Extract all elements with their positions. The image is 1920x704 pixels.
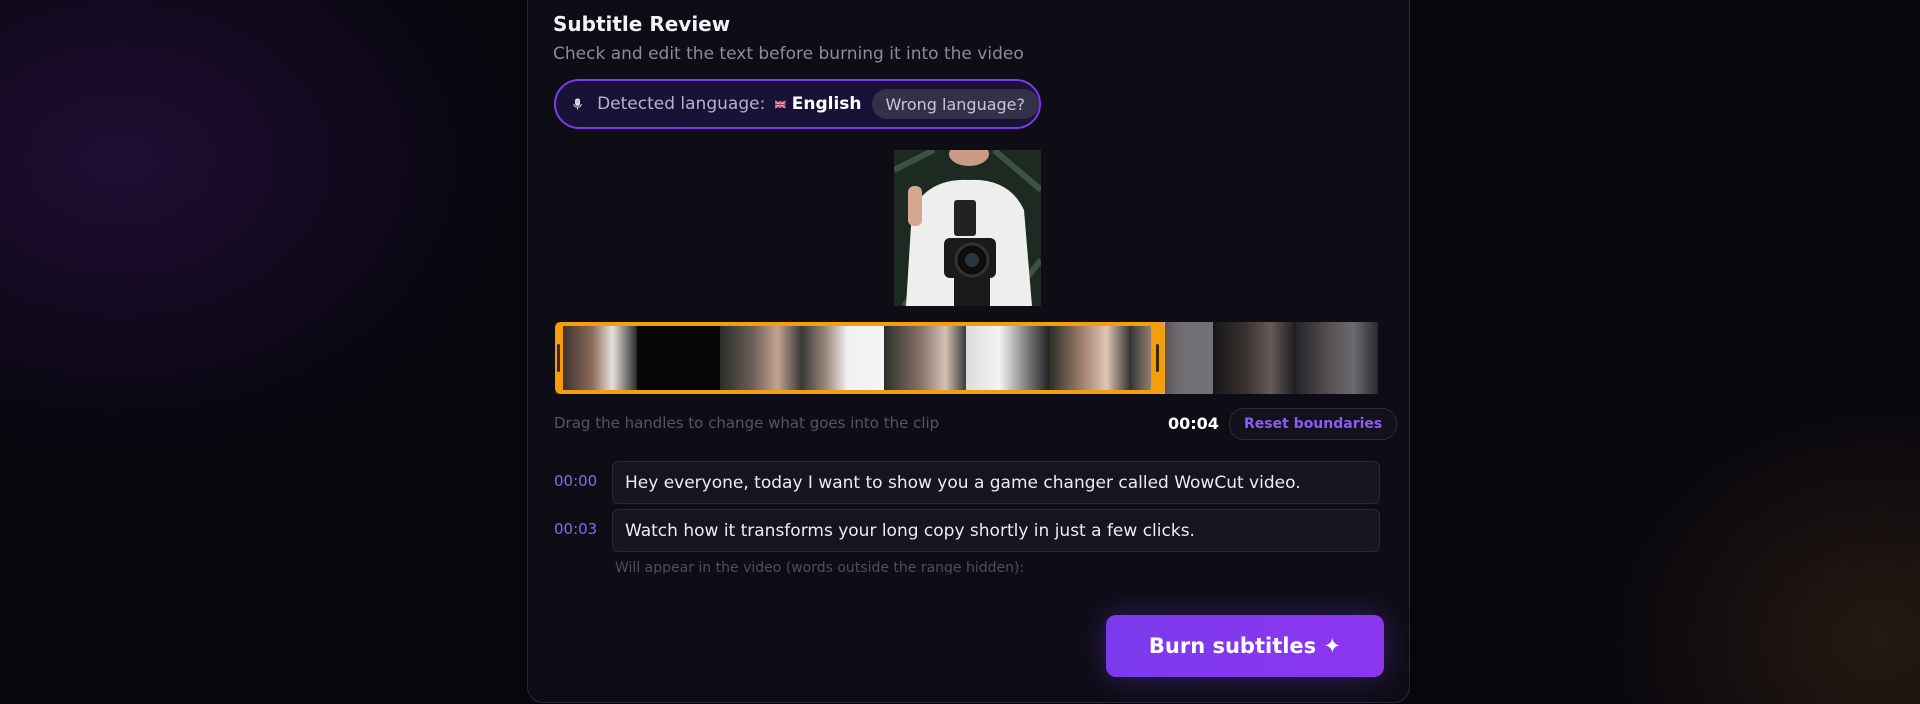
detected-language-value: English [791, 94, 862, 114]
clip-selection-range[interactable] [555, 322, 1165, 394]
video-preview-image [894, 150, 1041, 306]
video-preview[interactable] [894, 150, 1041, 306]
left-trim-handle[interactable] [557, 344, 560, 372]
page-subtitle: Check and edit the text before burning i… [553, 44, 1024, 64]
reset-boundaries-button[interactable]: Reset boundaries [1229, 408, 1398, 440]
right-trim-handle[interactable] [1156, 344, 1159, 372]
range-note: Will appear in the video (words outside … [615, 560, 1025, 574]
segment-timestamp[interactable]: 00:03 [554, 520, 597, 538]
segment-timestamp[interactable]: 00:00 [554, 472, 597, 490]
page-title: Subtitle Review [553, 12, 731, 36]
uk-flag-icon [775, 100, 786, 108]
burn-subtitles-button[interactable]: Burn subtitles ✦ [1106, 615, 1384, 677]
clip-hint-text: Drag the handles to change what goes int… [554, 414, 940, 432]
detected-language-label: Detected language: [597, 94, 766, 114]
timeline-excluded-region [1165, 322, 1378, 394]
microphone-icon [573, 98, 582, 110]
segment-text-input[interactable]: Hey everyone, today I want to show you a… [612, 461, 1380, 504]
wrong-language-button[interactable]: Wrong language? [871, 89, 1039, 119]
segment-text-input[interactable]: Watch how it transforms your long copy s… [612, 509, 1380, 552]
clip-duration: 00:04 [1168, 414, 1219, 433]
detected-language-banner: Detected language: English Wrong languag… [554, 79, 1041, 129]
